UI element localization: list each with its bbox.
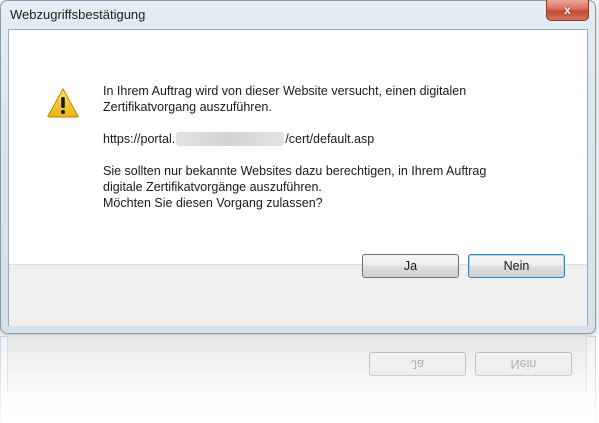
no-button[interactable]: Nein [468,254,565,278]
window-title: Webzugriffsbestätigung [10,7,146,22]
message-line-4: digitale Zertifikatvorgänge auszuführen. [103,180,322,194]
warning-icon [47,88,79,118]
message-line-3: Sie sollten nur bekannte Websites dazu b… [103,164,487,178]
window-reflection: Ja Nein [0,336,596,423]
message-line-2: Zertifikatvorgang auszuführen. [103,100,272,114]
dialog-client-area: In Ihrem Auftrag wird von dieser Website… [8,29,588,326]
redacted-hostname [176,132,285,146]
message-area: In Ihrem Auftrag wird von dieser Website… [9,30,587,264]
url-suffix: /cert/default.asp [285,132,375,146]
message-line-5: Möchten Sie diesen Vorgang zulassen? [103,196,323,210]
message-line-1: In Ihrem Auftrag wird von dieser Website… [103,84,467,98]
message-text: In Ihrem Auftrag wird von dieser Website… [103,83,573,211]
close-button[interactable]: x [546,0,589,21]
dialog-window: Webzugriffsbestätigung x In Ihrem Auftra… [0,0,596,334]
url-prefix: https://portal. [103,132,176,146]
title-bar[interactable]: Webzugriffsbestätigung x [1,0,595,29]
yes-button[interactable]: Ja [362,254,459,278]
close-icon: x [564,3,571,17]
site-url: https://portal. /cert/default.asp [103,131,573,147]
